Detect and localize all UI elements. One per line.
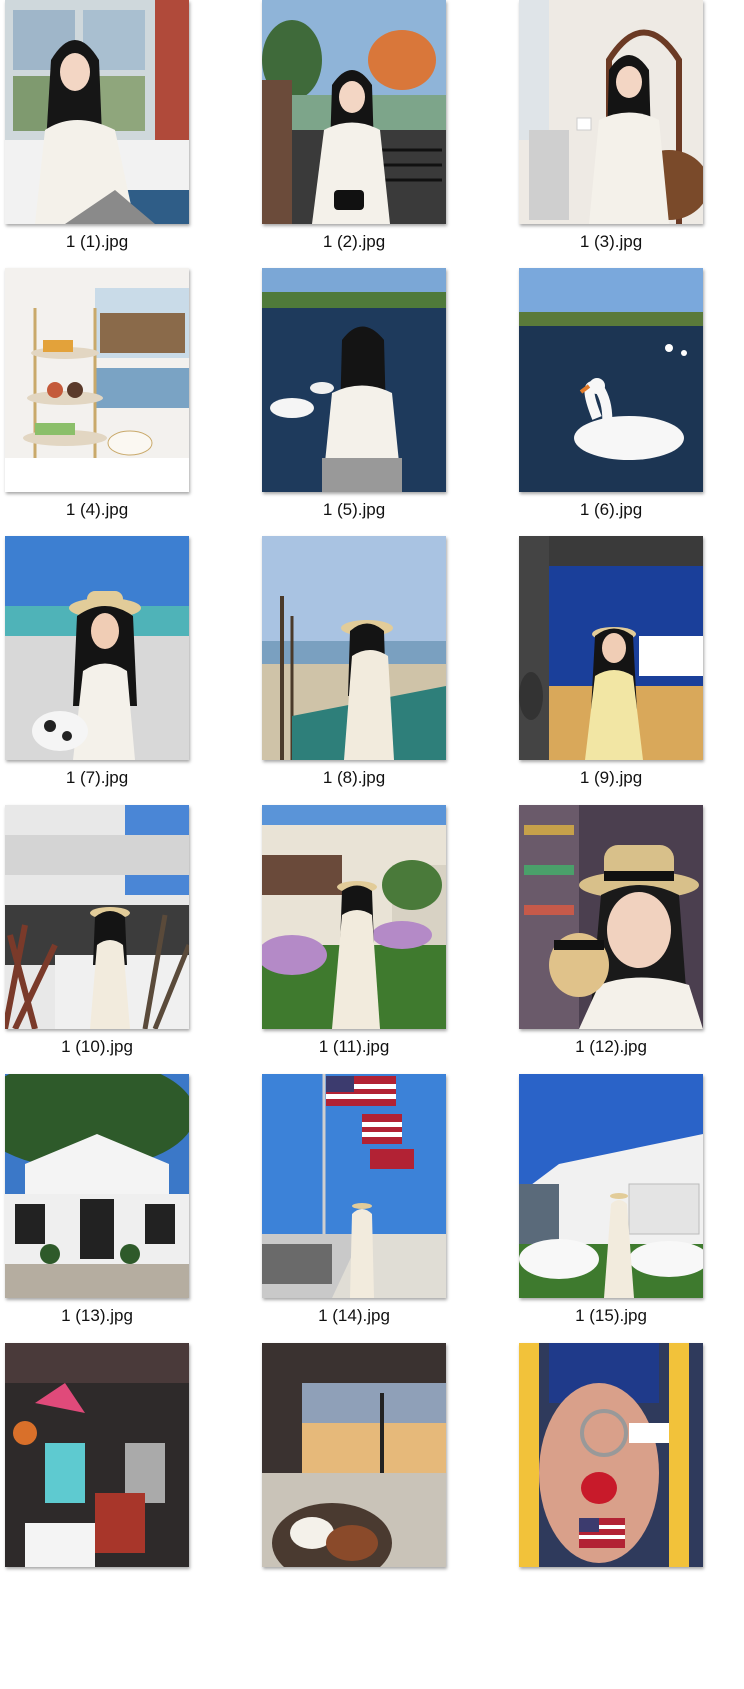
image-thumbnail[interactable] — [519, 0, 703, 224]
file-name-label: 1 (10).jpg — [61, 1037, 133, 1056]
image-thumbnail[interactable] — [262, 805, 446, 1029]
file-name-label: 1 (7).jpg — [65, 768, 129, 787]
image-thumbnail[interactable] — [5, 1074, 189, 1298]
image-thumbnail[interactable] — [5, 0, 189, 224]
file-name-label: 1 (13).jpg — [61, 1306, 133, 1325]
image-thumbnail[interactable] — [262, 536, 446, 760]
image-thumbnail[interactable] — [5, 268, 189, 492]
image-thumbnail[interactable] — [5, 536, 189, 760]
image-thumbnail[interactable] — [5, 1343, 189, 1567]
image-thumbnail[interactable] — [5, 805, 189, 1029]
file-name-label: 1 (3).jpg — [579, 232, 643, 251]
image-thumbnail[interactable] — [519, 805, 703, 1029]
file-name-label: 1 (9).jpg — [579, 768, 643, 787]
file-name-label: 1 (1).jpg — [65, 232, 129, 251]
file-name-label: 1 (11).jpg — [318, 1037, 390, 1056]
image-thumbnail[interactable] — [262, 1074, 446, 1298]
image-thumbnail[interactable] — [519, 268, 703, 492]
file-name-label: 1 (6).jpg — [579, 500, 643, 519]
file-name-label: 1 (14).jpg — [318, 1306, 390, 1325]
file-name-label: 1 (5).jpg — [322, 500, 386, 519]
image-thumbnail[interactable] — [519, 1074, 703, 1298]
file-name-label: 1 (12).jpg — [575, 1037, 647, 1056]
file-name-label: 1 (4).jpg — [65, 500, 129, 519]
image-thumbnail[interactable] — [519, 536, 703, 760]
image-thumbnail[interactable] — [262, 1343, 446, 1567]
file-name-label: 1 (2).jpg — [322, 232, 386, 251]
image-thumbnail[interactable] — [262, 0, 446, 224]
file-name-label: 1 (8).jpg — [322, 768, 386, 787]
file-thumbnail-grid: 1 (1).jpg 1 (2).jpg 1 (3).jpg 1 (4).jpg … — [0, 0, 744, 1689]
image-thumbnail[interactable] — [262, 268, 446, 492]
file-name-label: 1 (15).jpg — [575, 1306, 647, 1325]
image-thumbnail[interactable] — [519, 1343, 703, 1567]
